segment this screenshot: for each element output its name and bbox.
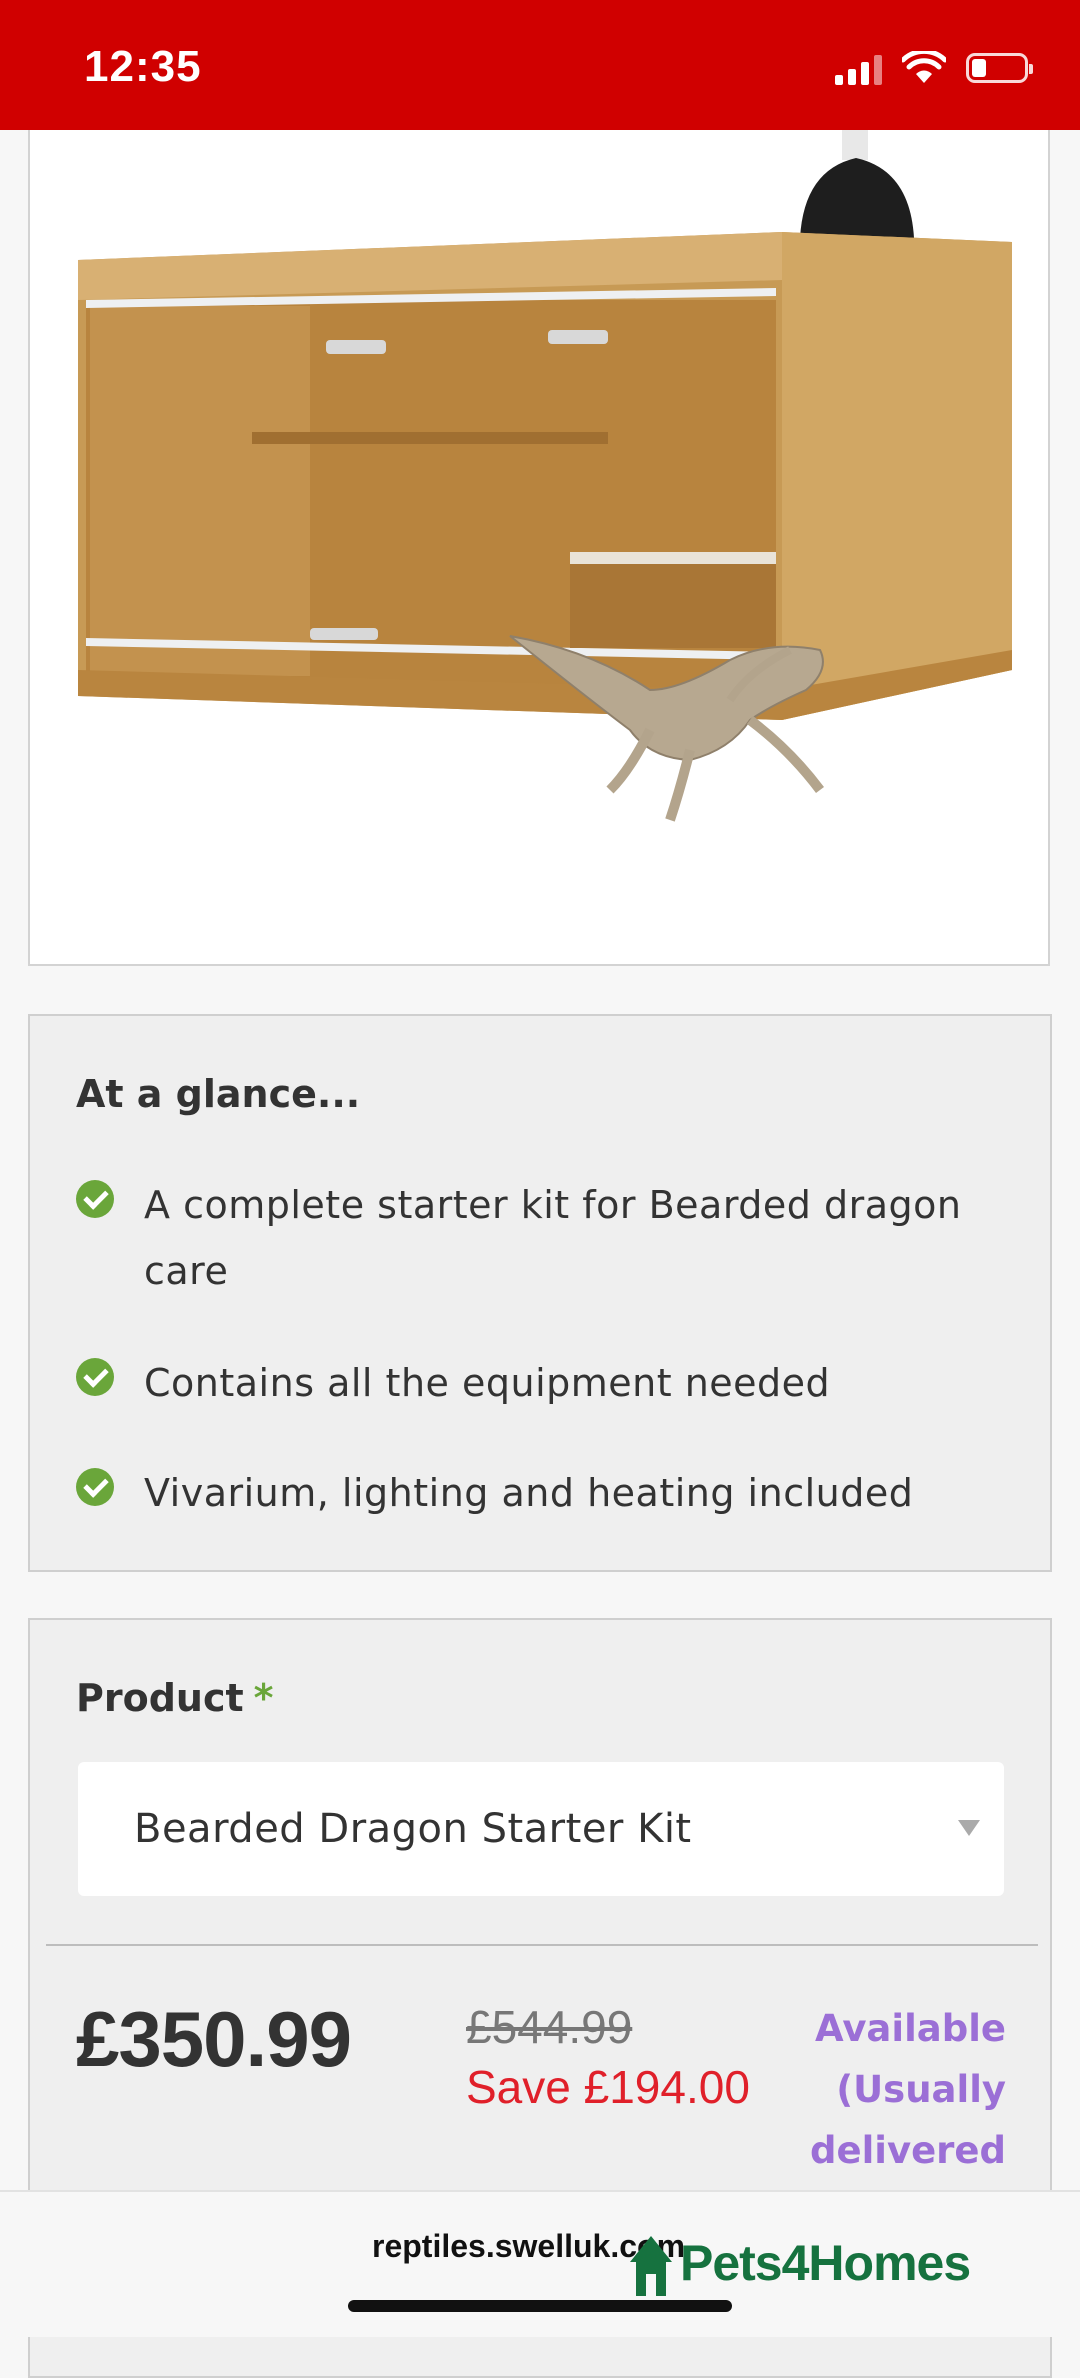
product-label-text: Product — [76, 1676, 244, 1720]
divider — [46, 1944, 1038, 1946]
status-icons — [835, 48, 1033, 88]
chevron-down-icon — [958, 1820, 980, 1836]
check-circle-icon — [76, 1468, 114, 1506]
product-image[interactable] — [28, 130, 1050, 966]
status-bar: 12:35 — [0, 0, 1080, 130]
savings-text: Save £194.00 — [466, 2061, 750, 2113]
wifi-icon — [902, 51, 946, 83]
glance-title: At a glance... — [76, 1072, 361, 1116]
status-time: 12:35 — [84, 42, 202, 91]
glance-item: A complete starter kit for Bearded drago… — [76, 1172, 1004, 1304]
vivarium-illustration — [78, 130, 1012, 822]
check-circle-icon — [76, 1180, 114, 1218]
product-select[interactable]: Bearded Dragon Starter Kit — [78, 1762, 1004, 1896]
product-label: Product * — [76, 1676, 274, 1720]
at-a-glance-panel: At a glance... A complete starter kit fo… — [28, 1014, 1052, 1572]
glance-item-text: A complete starter kit for Bearded drago… — [144, 1183, 962, 1293]
logo-text: Pets4Homes — [680, 2235, 971, 2291]
pets4homes-house-icon — [630, 2236, 672, 2296]
availability-text: Available (Usually delivered — [810, 2007, 1006, 2172]
home-indicator[interactable] — [348, 2300, 732, 2312]
glance-item: Vivarium, lighting and heating included — [76, 1460, 1004, 1526]
glance-item-text: Contains all the equipment needed — [144, 1361, 831, 1405]
original-price: £544.99 — [466, 2001, 633, 2053]
check-circle-icon — [76, 1358, 114, 1396]
browser-bottom-bar[interactable]: reptiles.swelluk.com Pets4Homes — [0, 2190, 1080, 2337]
current-price: £350.99 — [76, 1995, 352, 2083]
product-select-value: Bearded Dragon Starter Kit — [134, 1806, 692, 1852]
glance-item: Contains all the equipment needed — [76, 1350, 1004, 1416]
cellular-signal-icon — [835, 51, 882, 85]
battery-icon — [966, 53, 1033, 83]
pets4homes-logo: Pets4Homes — [626, 2228, 971, 2298]
glance-item-text: Vivarium, lighting and heating included — [144, 1471, 914, 1515]
required-asterisk: * — [253, 1676, 274, 1720]
